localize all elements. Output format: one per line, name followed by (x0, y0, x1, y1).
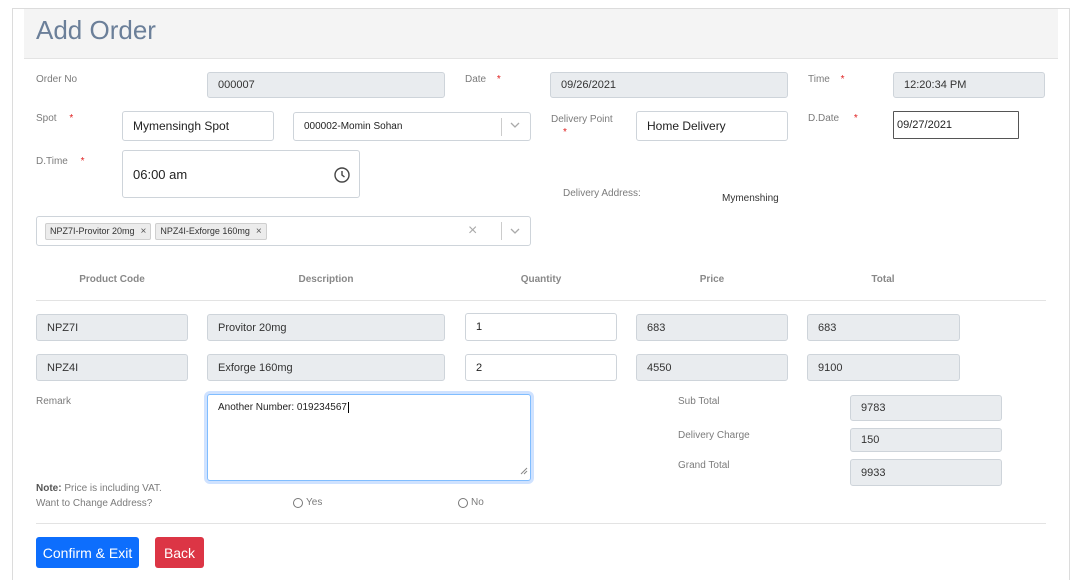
product-tag: NPZ7I-Provitor 20mg × (45, 222, 152, 240)
column-header-description: Description (298, 274, 354, 285)
delivery-address-value: Mymenshing (722, 193, 779, 204)
radio-no[interactable]: No (458, 497, 484, 508)
d-date-input[interactable]: 09/27/2021 (893, 111, 1019, 139)
vat-note: Note: Price is including VAT. (36, 483, 162, 494)
row-product-code[interactable]: NPZ4I (36, 354, 188, 381)
row-description[interactable]: Exforge 160mg (207, 354, 445, 381)
row-quantity-input[interactable]: 1 (465, 313, 617, 341)
delivery-point-label: Delivery Point * (551, 114, 613, 138)
time-field[interactable]: 12:20:34 PM (893, 72, 1045, 98)
change-address-label: Want to Change Address? (36, 498, 153, 509)
tag-remove-icon[interactable]: × (256, 226, 262, 237)
date-field[interactable]: 09/26/2021 (550, 72, 788, 98)
delivery-point-input[interactable]: Home Delivery (636, 111, 788, 141)
spot-input[interactable]: Mymensingh Spot (122, 111, 274, 141)
footer-divider (36, 523, 1046, 524)
remark-text: Another Number: 019234567 (218, 402, 347, 413)
chevron-down-icon[interactable] (509, 225, 521, 240)
select-separator (501, 222, 502, 240)
row-price[interactable]: 683 (636, 314, 788, 341)
row-product-code[interactable]: NPZ7I (36, 314, 188, 341)
spot-label: Spot * (36, 113, 74, 124)
column-header-product-code: Product Code (79, 274, 145, 285)
delivery-address-label: Delivery Address: (563, 188, 641, 199)
row-quantity-input[interactable]: 2 (465, 354, 617, 381)
date-label: Date * (465, 74, 501, 85)
clear-icon[interactable]: × (468, 222, 477, 240)
column-header-quantity: Quantity (520, 274, 562, 285)
d-time-label: D.Time * (36, 156, 85, 167)
row-price[interactable]: 4550 (636, 354, 788, 381)
sub-total-field[interactable]: 9783 (850, 395, 1002, 421)
row-total[interactable]: 683 (807, 314, 960, 341)
select-separator (501, 118, 502, 136)
delivery-charge-label: Delivery Charge (678, 430, 750, 441)
table-divider (36, 300, 1046, 301)
order-no-field[interactable]: 000007 (207, 72, 445, 98)
radio-yes[interactable]: Yes (293, 497, 322, 508)
row-description[interactable]: Provitor 20mg (207, 314, 445, 341)
customer-select[interactable]: 000002-Momin Sohan (293, 112, 531, 141)
grand-total-label: Grand Total (678, 460, 730, 471)
radio-no-circle[interactable] (458, 497, 468, 508)
chevron-down-icon[interactable] (509, 119, 521, 134)
order-no-label: Order No (36, 74, 78, 85)
remark-textarea[interactable]: Another Number: 019234567 (207, 394, 531, 481)
grand-total-field[interactable]: 9933 (850, 459, 1002, 486)
customer-select-value: 000002-Momin Sohan (304, 121, 403, 132)
column-header-price: Price (699, 274, 725, 285)
d-date-label: D.Date * (808, 113, 858, 124)
card-header (24, 9, 1058, 59)
d-time-value: 06:00 am (133, 166, 188, 182)
back-button[interactable]: Back (155, 537, 204, 568)
clock-icon[interactable] (334, 167, 350, 186)
page-title: Add Order (36, 15, 156, 45)
sub-total-label: Sub Total (678, 396, 720, 407)
time-label: Time * (808, 74, 845, 85)
resize-handle-icon[interactable] (520, 467, 528, 478)
d-time-input[interactable]: 06:00 am (122, 150, 360, 198)
product-tag: NPZ4I-Exforge 160mg × (155, 222, 267, 240)
tag-remove-icon[interactable]: × (141, 226, 147, 237)
product-multiselect[interactable]: NPZ7I-Provitor 20mg × NPZ4I-Exforge 160m… (36, 216, 531, 246)
confirm-exit-button[interactable]: Confirm & Exit (36, 537, 139, 568)
row-total[interactable]: 9100 (807, 354, 960, 381)
column-header-total: Total (871, 274, 895, 285)
delivery-charge-field[interactable]: 150 (850, 428, 1002, 452)
text-cursor (347, 402, 349, 413)
remark-label: Remark (36, 396, 72, 407)
radio-yes-circle[interactable] (293, 497, 303, 508)
